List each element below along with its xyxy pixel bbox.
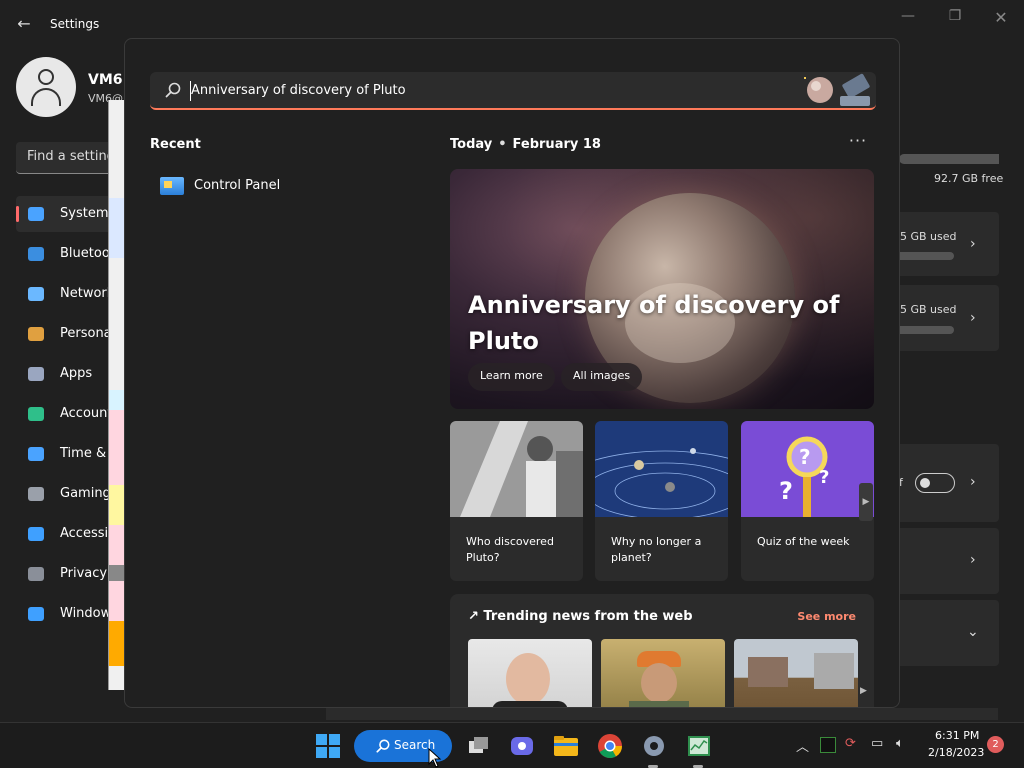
trending-icon: ↗: [468, 609, 484, 624]
toggle-switch[interactable]: [915, 473, 955, 493]
brush-icon: [28, 327, 44, 341]
search-input[interactable]: Anniversary of discovery of Pluto: [150, 72, 876, 110]
pluto-doodle-icon[interactable]: [800, 72, 876, 108]
news-thumbnail-2[interactable]: [601, 639, 725, 707]
setting-row[interactable]: ›: [899, 528, 999, 594]
card-why-no-longer-planet[interactable]: Why no longer a planet?: [595, 421, 728, 581]
task-view-icon[interactable]: [464, 731, 494, 761]
bluetooth-icon: [28, 247, 44, 261]
monitor-icon: [28, 207, 44, 221]
notification-badge[interactable]: 2: [987, 736, 1004, 753]
windows-start-icon[interactable]: [313, 731, 343, 761]
quiz-image: ? ? ?: [741, 421, 874, 517]
storage-item-2[interactable]: 5 GB used ›: [899, 285, 999, 351]
avatar[interactable]: [16, 57, 76, 117]
recent-item-control-panel[interactable]: Control Panel: [150, 173, 410, 199]
svg-text:?: ?: [779, 477, 793, 505]
sidebar-item-label: Gaming: [60, 486, 111, 501]
card-label: Quiz of the week: [757, 535, 850, 548]
chevron-right-icon: ›: [970, 474, 976, 490]
settings-title: Settings: [50, 17, 100, 31]
chat-icon[interactable]: [507, 731, 537, 761]
clock-time[interactable]: 6:31 PM: [935, 729, 979, 742]
chevron-up-icon[interactable]: ︿: [796, 736, 809, 755]
chevron-right-icon: ›: [970, 236, 976, 252]
clyde-tombaugh-photo: [450, 421, 583, 517]
volume-icon[interactable]: 🔈︎: [896, 736, 904, 751]
svg-text:?: ?: [819, 467, 829, 488]
search-icon: [165, 82, 181, 98]
sidebar-item-label: Apps: [60, 366, 93, 381]
today-header: Today • February 18: [450, 137, 601, 152]
sidebar-item-label: System: [60, 206, 109, 221]
trending-header: ↗ Trending news from the web: [468, 609, 693, 624]
setting-toggle-row[interactable]: f ›: [899, 444, 999, 522]
chevron-right-icon: ›: [970, 552, 976, 568]
search-query: Anniversary of discovery of Pluto: [191, 83, 406, 98]
storage-bar: [899, 154, 999, 164]
network-icon[interactable]: ▭: [871, 736, 883, 751]
performance-tray-icon[interactable]: [820, 737, 836, 753]
close-button[interactable]: ✕: [986, 8, 1016, 27]
shield-icon: [28, 567, 44, 581]
see-more-link[interactable]: See more: [797, 610, 856, 623]
news-thumbnail-3[interactable]: [734, 639, 858, 707]
back-arrow-icon[interactable]: ←: [14, 14, 34, 34]
gamepad-icon: [28, 487, 44, 501]
solar-system-image: [595, 421, 728, 517]
clock-date[interactable]: 2/18/2023: [928, 746, 984, 759]
horizontal-scrollbar[interactable]: [326, 708, 998, 720]
card-who-discovered[interactable]: Who discovered Pluto?: [450, 421, 583, 581]
sync-icon[interactable]: ⟳: [845, 736, 856, 751]
update-icon: [28, 607, 44, 621]
recent-item-label: Control Panel: [194, 178, 281, 193]
trending-news-section: ↗ Trending news from the web See more ▶: [450, 594, 874, 707]
apps-icon: [28, 367, 44, 381]
search-flyout: Anniversary of discovery of Pluto Recent…: [124, 38, 900, 708]
search-icon: [376, 739, 390, 753]
card-label: Why no longer a planet?: [611, 535, 702, 564]
hero-title: Anniversary of discovery of Pluto: [468, 291, 840, 355]
all-images-button[interactable]: All images: [561, 363, 643, 391]
card-quiz-of-the-week[interactable]: ? ? ? Quiz of the week: [741, 421, 874, 581]
task-manager-icon[interactable]: [684, 731, 714, 761]
chrome-icon[interactable]: [595, 731, 625, 761]
free-space-label: 92.7 GB free: [934, 172, 1004, 185]
minimize-button[interactable]: —: [893, 8, 923, 26]
news-thumbnail-1[interactable]: [468, 639, 592, 707]
clock-globe-icon: [28, 447, 44, 461]
taskbar: Search ︿ ⟳ ▭ 🔈︎ 6:31 PM 2/18/2023 2: [0, 722, 1024, 768]
maximize-button[interactable]: ❐: [940, 8, 970, 26]
news-next-arrow-icon[interactable]: ▶: [860, 686, 867, 696]
hero-card[interactable]: Anniversary of discovery of Pluto Learn …: [450, 169, 874, 409]
mouse-cursor-icon: [428, 748, 442, 768]
user-name: VM6: [88, 72, 123, 88]
settings-gear-icon[interactable]: [639, 731, 669, 761]
person-icon: [28, 407, 44, 421]
recent-header: Recent: [150, 137, 201, 152]
svg-text:?: ?: [799, 445, 811, 469]
storage-item-1[interactable]: 5 GB used ›: [899, 212, 999, 276]
wifi-icon: [28, 287, 44, 301]
control-panel-icon: [160, 177, 184, 195]
chevron-down-icon: ⌄: [967, 624, 979, 640]
setting-expand-row[interactable]: ⌄: [899, 600, 999, 666]
learn-more-button[interactable]: Learn more: [468, 363, 555, 391]
cards-next-arrow-icon[interactable]: ▶: [859, 483, 873, 521]
card-label: Who discovered Pluto?: [466, 535, 554, 564]
chevron-right-icon: ›: [970, 310, 976, 326]
more-options-button[interactable]: ···: [845, 131, 871, 155]
accessibility-icon: [28, 527, 44, 541]
file-explorer-icon[interactable]: [551, 731, 581, 761]
